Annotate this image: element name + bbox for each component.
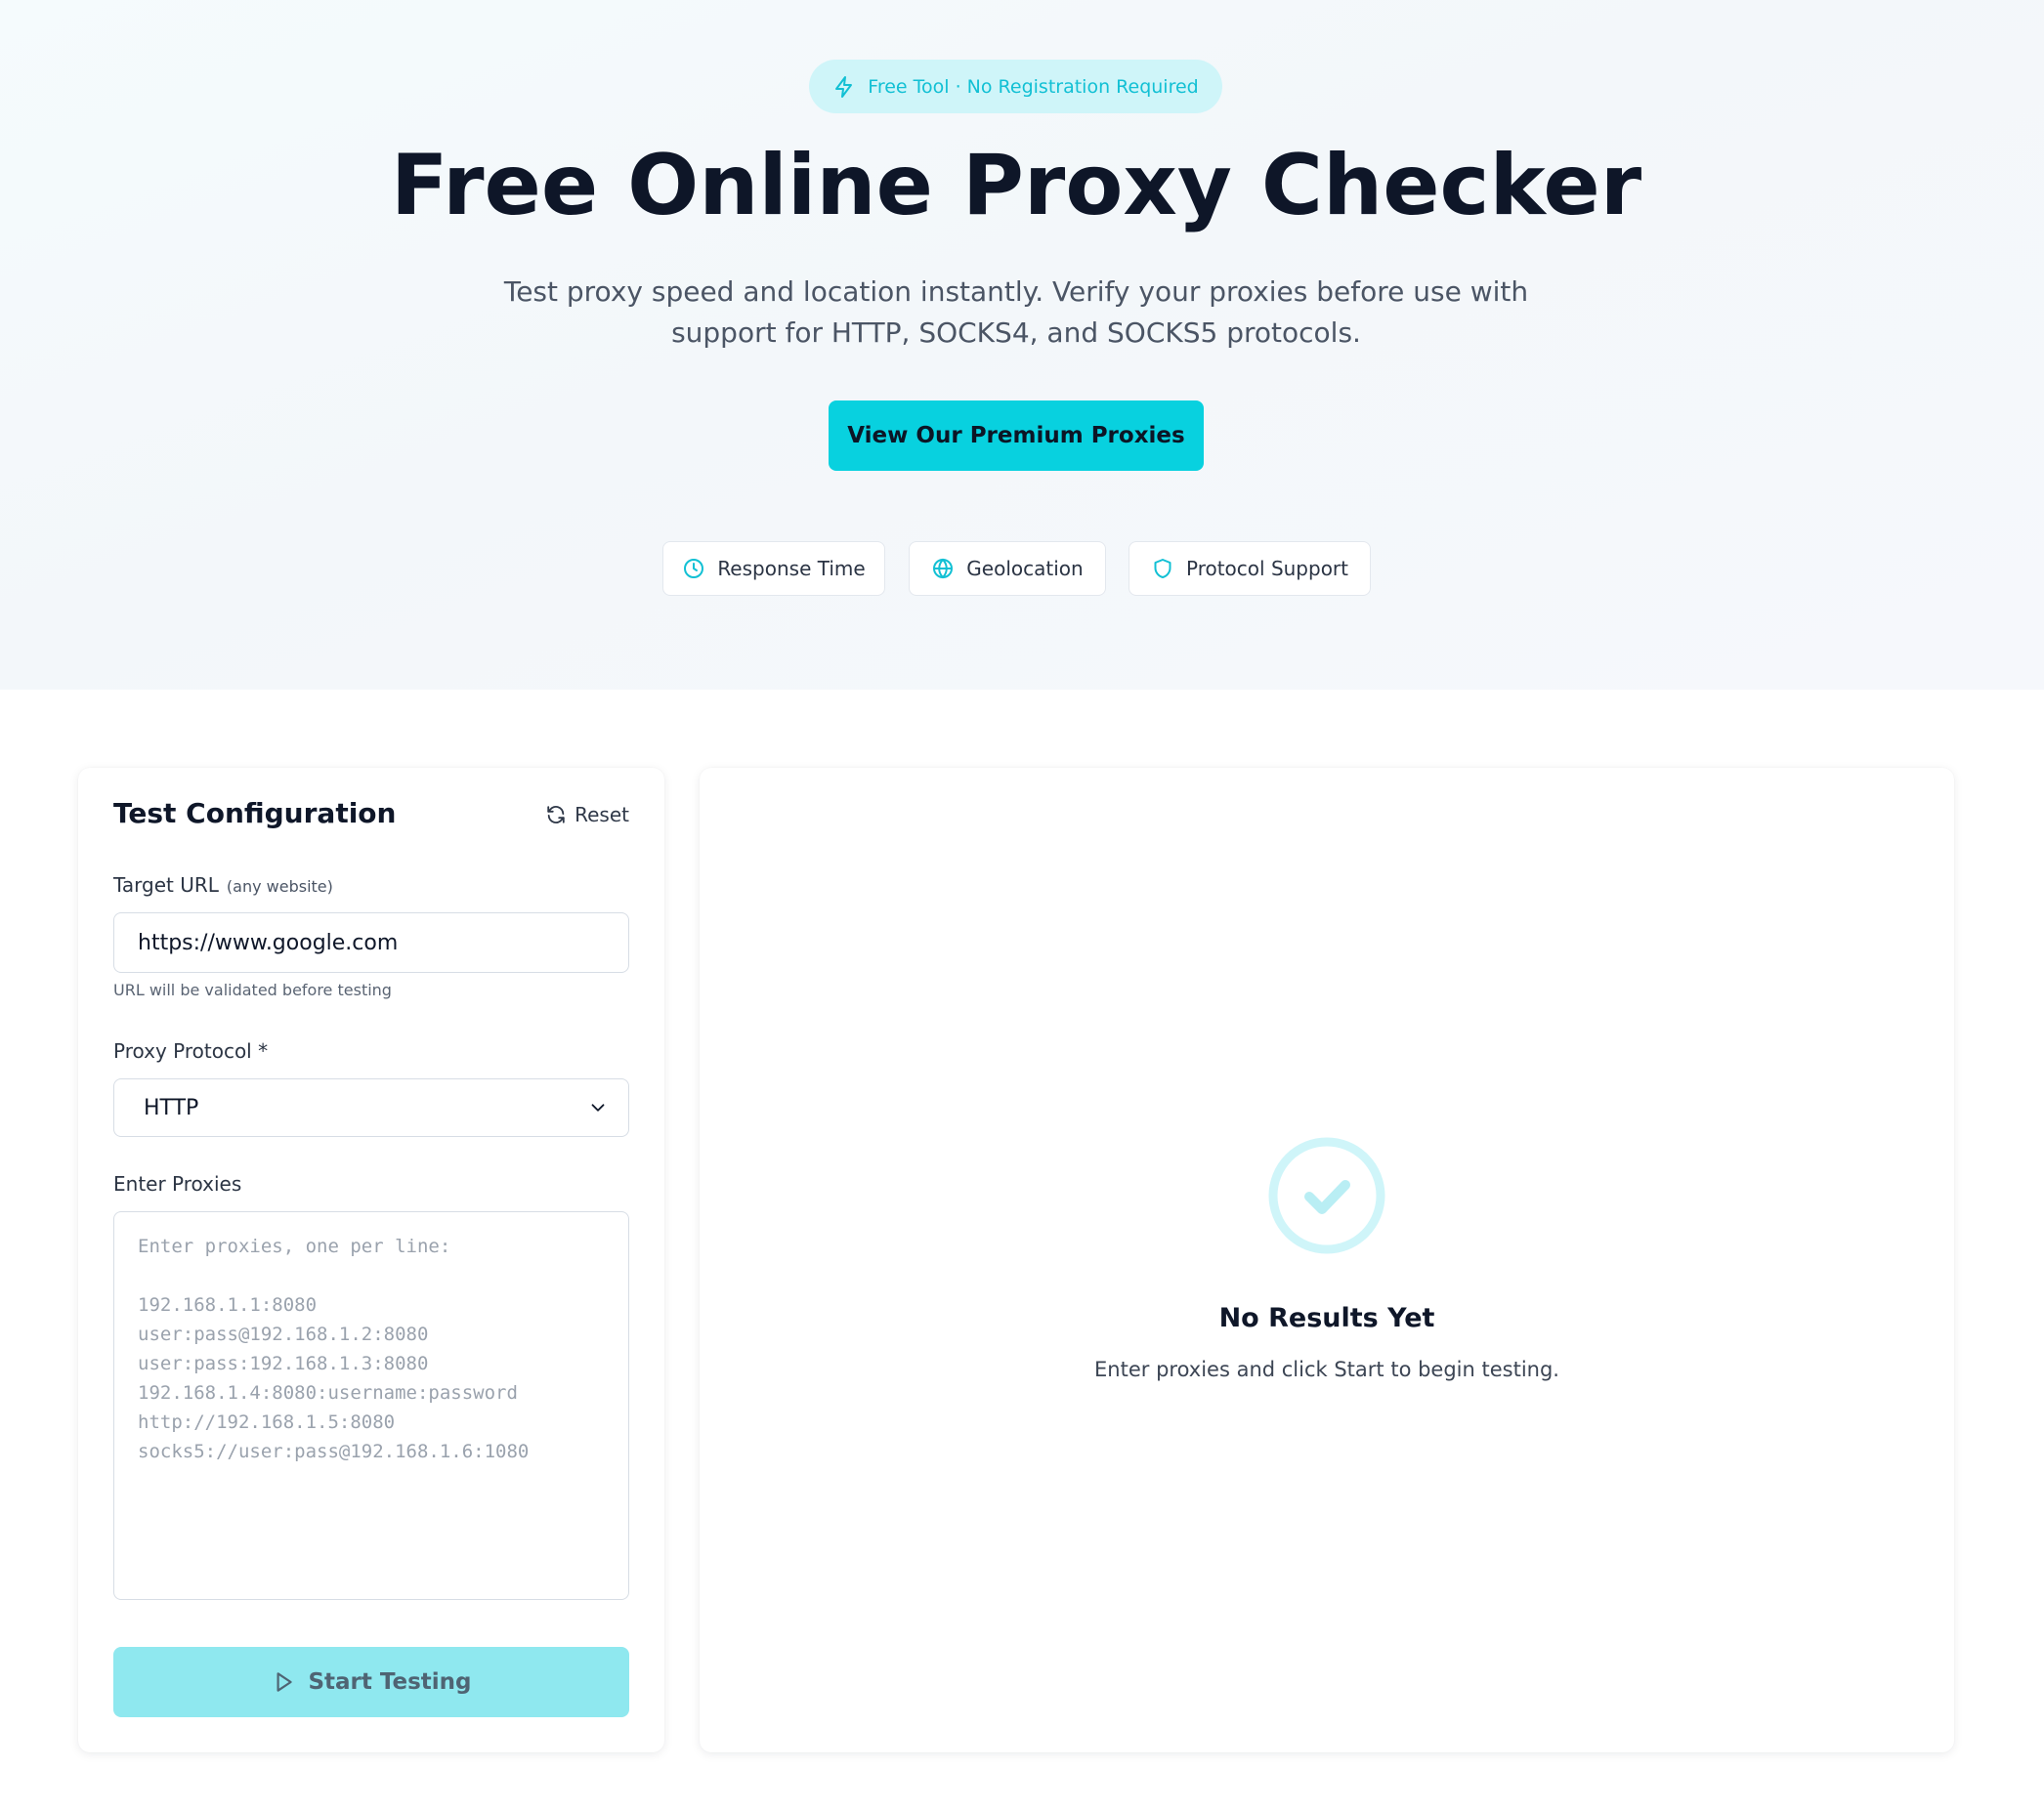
page-subtitle: Test proxy speed and location instantly.… xyxy=(503,275,1529,349)
no-results-text: Enter proxies and click Start to begin t… xyxy=(1094,1358,1559,1381)
no-results-title: No Results Yet xyxy=(1218,1303,1435,1333)
reset-button[interactable]: Reset xyxy=(545,803,629,826)
free-tool-badge: Free Tool · No Registration Required xyxy=(809,60,1222,113)
target-url-label-text: Target URL xyxy=(113,873,219,897)
target-url-hint: (any website) xyxy=(226,877,333,896)
check-circle-icon xyxy=(1268,1137,1385,1254)
shield-icon xyxy=(1154,559,1171,578)
feature-protocol-support: Protocol Support xyxy=(1128,541,1371,596)
clock-icon xyxy=(684,559,704,578)
config-title: Test Configuration xyxy=(113,797,397,829)
globe-icon xyxy=(933,558,954,579)
page-title: Free Online Proxy Checker xyxy=(390,137,1642,234)
chevron-down-icon xyxy=(591,1104,605,1112)
proxy-protocol-select[interactable]: HTTP xyxy=(113,1078,629,1137)
proxies-textarea[interactable] xyxy=(113,1211,629,1600)
hero-section: Free Tool · No Registration Required Fre… xyxy=(0,0,2044,690)
start-testing-button[interactable]: Start Testing xyxy=(113,1647,629,1717)
feature-label: Protocol Support xyxy=(1185,557,1348,580)
start-testing-label: Start Testing xyxy=(308,1669,472,1695)
proxy-protocol-value: HTTP xyxy=(144,1095,199,1120)
proxy-protocol-label: Proxy Protocol * xyxy=(113,1039,269,1063)
test-configuration-panel: Test Configuration Reset Target URL (any … xyxy=(78,768,664,1752)
target-url-help: URL will be validated before testing xyxy=(113,981,392,999)
feature-label: Response Time xyxy=(717,557,866,580)
feature-geolocation: Geolocation xyxy=(909,541,1106,596)
feature-response-time: Response Time xyxy=(662,541,885,596)
refresh-icon xyxy=(547,806,565,823)
view-premium-proxies-button[interactable]: View Our Premium Proxies xyxy=(829,400,1204,471)
reset-label: Reset xyxy=(575,803,629,826)
enter-proxies-label: Enter Proxies xyxy=(113,1172,242,1196)
play-icon xyxy=(277,1672,293,1692)
results-panel: No Results Yet Enter proxies and click S… xyxy=(700,768,1954,1752)
feature-label: Geolocation xyxy=(966,557,1084,580)
lightning-icon xyxy=(835,75,853,98)
target-url-label: Target URL (any website) xyxy=(113,873,333,897)
badge-label: Free Tool · No Registration Required xyxy=(868,75,1199,98)
target-url-input[interactable] xyxy=(113,912,629,973)
feature-pills: Response Time Geolocation Protocol Suppo… xyxy=(0,541,2044,596)
